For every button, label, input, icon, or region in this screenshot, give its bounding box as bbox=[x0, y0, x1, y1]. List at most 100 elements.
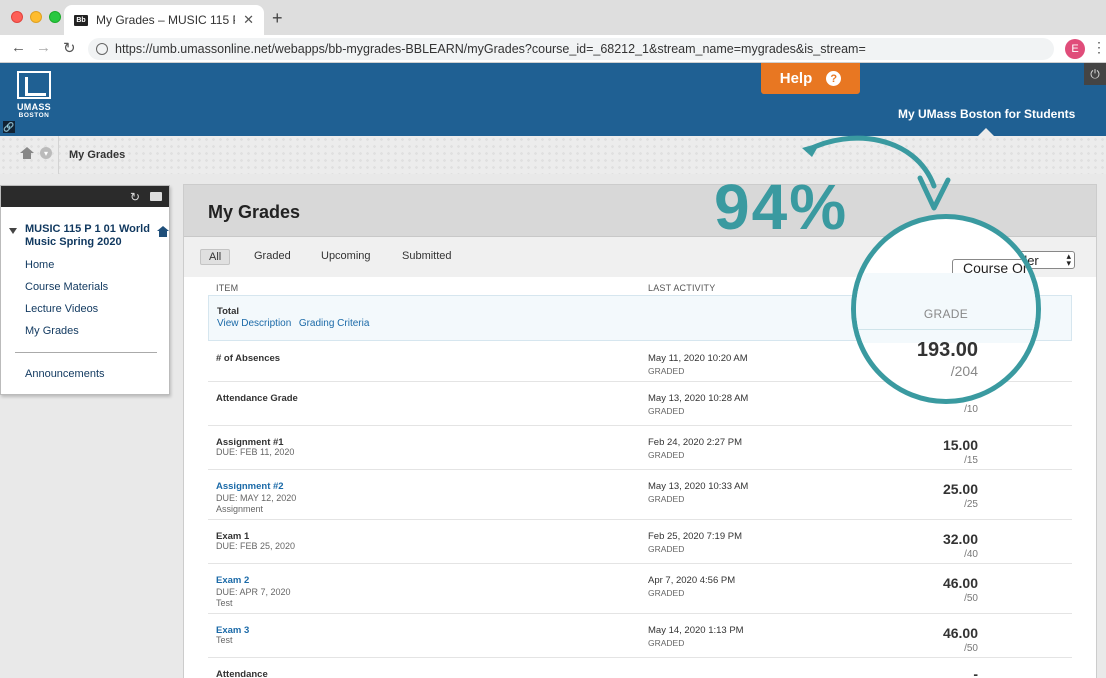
url-field[interactable]: https://umb.umassonline.net/webapps/bb-m… bbox=[88, 38, 1054, 60]
portal-tab[interactable]: My UMass Boston for Students bbox=[898, 107, 1075, 121]
globe-icon bbox=[96, 43, 108, 55]
folder-view-icon[interactable] bbox=[150, 192, 162, 201]
blackboard-favicon-icon: Bb bbox=[74, 14, 88, 26]
grade-item-name: # of Absences bbox=[216, 353, 281, 364]
total-row: Total View Description Grading Criteria bbox=[208, 295, 1072, 341]
forward-arrow-icon[interactable]: → bbox=[36, 39, 51, 56]
grade-item-name: Attendance bbox=[216, 669, 268, 678]
grade-max: /25 bbox=[964, 499, 978, 510]
course-menu: ↻ MUSIC 115 P 1 01 World Music Spring 20… bbox=[0, 185, 170, 395]
new-tab-icon[interactable]: + bbox=[272, 8, 283, 29]
course-menu-item-announcements[interactable]: Announcements bbox=[25, 368, 105, 380]
grade-value: 32.00 bbox=[942, 531, 978, 547]
last-activity-date: May 11, 2020 10:20 AM bbox=[648, 353, 748, 364]
grade-status: GRADED bbox=[648, 588, 685, 598]
last-activity-date: May 13, 2020 10:28 AM bbox=[648, 393, 749, 404]
table-row: Assignment #2 DUE: MAY 12, 2020 Assignme… bbox=[208, 470, 1072, 520]
grades-header: My Grades bbox=[184, 185, 1096, 237]
grade-value: 15.00 bbox=[942, 437, 978, 453]
due-date: DUE: FEB 25, 2020 bbox=[216, 541, 296, 551]
url-text: https://umb.umassonline.net/webapps/bb-m… bbox=[115, 42, 866, 56]
page-title: My Grades bbox=[208, 202, 301, 222]
filter-submitted[interactable]: Submitted bbox=[402, 250, 452, 262]
grade-status: GRADED bbox=[648, 494, 685, 504]
item-type: Test bbox=[216, 598, 233, 608]
grade-value: 46.00 bbox=[942, 575, 978, 591]
close-tab-icon[interactable]: ✕ bbox=[243, 12, 254, 28]
order-by-select[interactable]: Course Order ▴ ▾ bbox=[949, 251, 1075, 269]
grade-status: GRADED bbox=[648, 406, 685, 416]
site-header: UMASS BOSTON 🔗 Help ? ⏻ My UMass Boston … bbox=[0, 63, 1106, 136]
logo-text-boston: BOSTON bbox=[18, 112, 50, 119]
grading-criteria-link[interactable]: Grading Criteria bbox=[299, 318, 370, 329]
refresh-icon[interactable]: ↻ bbox=[130, 190, 140, 204]
logout-power-icon[interactable]: ⏻ bbox=[1084, 63, 1106, 85]
filter-graded[interactable]: Graded bbox=[254, 250, 291, 262]
grade-item-name: Attendance Grade bbox=[216, 393, 298, 404]
column-header-last-activity: LAST ACTIVITY bbox=[648, 283, 716, 293]
due-date: DUE: APR 7, 2020 bbox=[216, 587, 291, 597]
table-row: Exam 3 Test May 14, 2020 1:13 PM GRADED … bbox=[208, 614, 1072, 658]
table-row: Assignment #1 DUE: FEB 11, 2020 Feb 24, … bbox=[208, 426, 1072, 470]
table-row: Exam 1 DUE: FEB 25, 2020 Feb 25, 2020 7:… bbox=[208, 520, 1072, 564]
help-button[interactable]: Help ? bbox=[761, 63, 860, 94]
grade-status: GRADED bbox=[648, 544, 685, 554]
table-row: Attendance - bbox=[208, 658, 1072, 678]
logo-text-umass: UMASS bbox=[16, 102, 51, 112]
umass-logo-mark-icon bbox=[17, 71, 51, 99]
last-activity-date: May 13, 2020 10:33 AM bbox=[648, 481, 749, 492]
active-tab-caret bbox=[978, 128, 994, 136]
back-arrow-icon[interactable]: ← bbox=[11, 39, 26, 56]
total-links: View Description Grading Criteria bbox=[217, 318, 369, 329]
grade-max: /50 bbox=[964, 643, 978, 654]
help-label: Help bbox=[779, 70, 813, 87]
last-activity-date: May 14, 2020 1:13 PM bbox=[648, 625, 744, 636]
maximize-window-button[interactable] bbox=[49, 11, 61, 23]
last-activity-date: Feb 25, 2020 7:19 PM bbox=[648, 531, 743, 542]
grade-max: /15 bbox=[964, 455, 978, 466]
browser-titlebar: Bb My Grades – MUSIC 115 P 1 01 ✕ + bbox=[0, 0, 1106, 35]
grade-max: /50 bbox=[964, 593, 978, 604]
grade-filter-bar: All Graded Upcoming Submitted Order by: … bbox=[184, 237, 1096, 277]
course-menu-item-course-materials[interactable]: Course Materials bbox=[25, 281, 108, 293]
course-menu-toolbar: ↻ bbox=[1, 186, 169, 207]
browser-menu-icon[interactable]: ⋮ bbox=[1092, 39, 1106, 56]
tab-title: My Grades – MUSIC 115 P 1 01 bbox=[96, 13, 235, 27]
minimize-window-button[interactable] bbox=[30, 11, 42, 23]
course-menu-item-my-grades[interactable]: My Grades bbox=[25, 325, 79, 337]
item-type: Assignment bbox=[216, 504, 264, 514]
last-activity-date: Apr 7, 2020 4:56 PM bbox=[648, 575, 736, 586]
table-row: Attendance Grade May 13, 2020 10:28 AM G… bbox=[208, 382, 1072, 426]
filter-all[interactable]: All bbox=[200, 249, 231, 265]
course-title-link[interactable]: MUSIC 115 P 1 01 World Music Spring 2020 bbox=[1, 223, 171, 249]
select-arrows-icon: ▴ ▾ bbox=[1066, 251, 1071, 268]
course-home-icon[interactable] bbox=[157, 226, 169, 237]
order-by-label: Order by: bbox=[893, 260, 939, 272]
order-by-value: Course Order bbox=[960, 253, 1039, 268]
grade-item-link[interactable]: Exam 2 bbox=[216, 575, 249, 586]
grade-max: /40 bbox=[964, 549, 978, 560]
due-date: DUE: FEB 11, 2020 bbox=[216, 447, 295, 457]
grade-value: 25.00 bbox=[942, 481, 978, 497]
grade-item-link[interactable]: Assignment #2 bbox=[216, 481, 284, 492]
profile-avatar[interactable]: E bbox=[1065, 39, 1085, 59]
home-icon[interactable] bbox=[20, 147, 34, 159]
breadcrumb-divider bbox=[58, 136, 59, 174]
chevron-down-icon[interactable]: ▾ bbox=[40, 147, 52, 159]
close-window-button[interactable] bbox=[11, 11, 23, 23]
grade-value: 46.00 bbox=[942, 625, 978, 641]
question-mark-icon: ? bbox=[826, 71, 842, 86]
course-menu-divider bbox=[15, 352, 157, 353]
total-label: Total bbox=[217, 306, 239, 317]
umass-boston-logo[interactable]: UMASS BOSTON bbox=[14, 71, 54, 123]
view-description-link[interactable]: View Description bbox=[217, 318, 291, 329]
due-date: DUE: MAY 12, 2020 bbox=[216, 493, 297, 503]
reload-icon[interactable]: ↻ bbox=[63, 39, 76, 57]
browser-tab[interactable]: Bb My Grades – MUSIC 115 P 1 01 ✕ bbox=[64, 5, 264, 35]
filter-upcoming[interactable]: Upcoming bbox=[321, 250, 371, 262]
course-menu-item-home[interactable]: Home bbox=[25, 259, 54, 271]
grade-max: /10 bbox=[964, 404, 978, 415]
link-icon[interactable]: 🔗 bbox=[3, 121, 15, 133]
course-menu-item-lecture-videos[interactable]: Lecture Videos bbox=[25, 303, 98, 315]
column-header-item: ITEM bbox=[216, 283, 239, 293]
